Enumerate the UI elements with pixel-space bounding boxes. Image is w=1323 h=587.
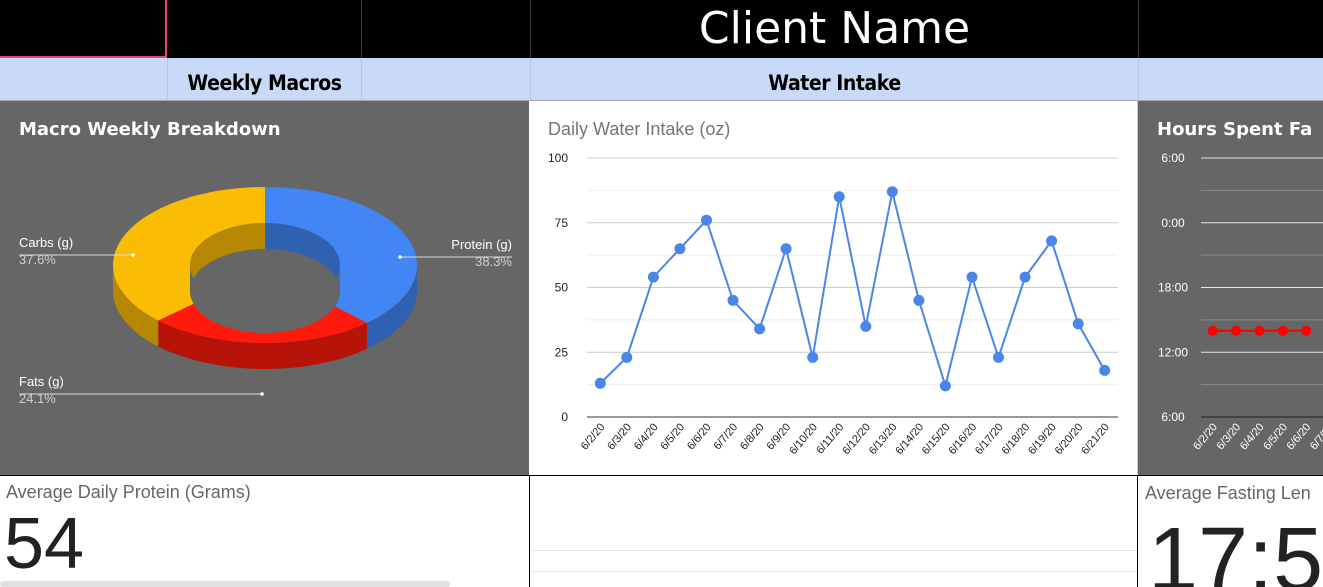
water-ytick: 50: [555, 281, 569, 295]
water-point: [754, 323, 766, 335]
donut-pct-carbs-g: 37.6%: [19, 252, 56, 267]
water-point: [833, 191, 845, 203]
water-point: [939, 380, 951, 392]
donut-slice-carbs-g: [113, 187, 265, 321]
donut-label-fats-g: Fats (g): [19, 374, 64, 389]
water-point: [1099, 364, 1111, 376]
avg-fasting-value: 17:5: [1148, 510, 1323, 587]
cell-divider: [167, 58, 168, 101]
fasting-point: [1207, 325, 1218, 336]
donut-leader-dot-fats-g: [260, 392, 264, 396]
weekly-macros-header: Weekly Macros: [187, 71, 342, 95]
water-point: [1019, 271, 1031, 283]
donut-pct-protein-g: 38.3%: [475, 254, 512, 269]
cell-divider: [1138, 58, 1139, 101]
fasting-chart-panel[interactable]: 6:00 12:00 18:00 0:00 6:00 6/2/20 6/3/20 6/4/20…: [1138, 101, 1323, 475]
cell-divider: [529, 476, 530, 587]
water-point: [913, 294, 925, 306]
grid-row-line: [531, 550, 1137, 551]
avg-fasting-label: Average Fasting Len: [1145, 483, 1311, 503]
cell-divider: [361, 0, 362, 58]
water-xtick: 6/5/20: [658, 421, 687, 452]
donut-slice-protein-g: [265, 187, 417, 323]
fasting-ytick: 6:00: [1161, 151, 1185, 165]
cell-divider: [361, 58, 362, 101]
water-point: [1072, 318, 1084, 330]
water-point: [701, 214, 712, 226]
water-chart-title: Daily Water Intake (oz): [548, 119, 731, 139]
fasting-xtick: 6/6/20: [1285, 421, 1314, 452]
water-xtick: 6/6/20: [685, 421, 714, 452]
fasting-xtick: 6/4/20: [1238, 421, 1267, 452]
water-xtick: 6/4/20: [632, 421, 661, 452]
water-intake-header: Water Intake: [768, 71, 901, 95]
water-ytick: 0: [561, 410, 568, 424]
macro-chart-title: Macro Weekly Breakdown: [19, 119, 281, 140]
water-point: [727, 294, 739, 306]
donut-label-protein-g: Protein (g): [451, 237, 512, 252]
row-border: [0, 475, 1323, 476]
fasting-point: [1301, 325, 1312, 336]
water-ytick: 25: [555, 345, 569, 359]
water-point: [807, 351, 819, 363]
water-point: [647, 271, 659, 283]
client-name-title: Client Name: [698, 3, 971, 54]
water-chart-panel[interactable]: 0 25 50 75 100 6/2/20 6/3/20 6/4/20 6/5/20 6/6/20…: [530, 101, 1138, 475]
cell-divider: [530, 58, 531, 101]
fasting-point: [1254, 325, 1265, 336]
grid-row-line: [531, 571, 1137, 572]
avg-protein-value: 54: [4, 504, 85, 584]
donut-pct-fats-g: 24.1%: [19, 391, 56, 406]
fasting-line-chart: 6:00 12:00 18:00 0:00 6:00 6/2/206/3/206/4/20…: [1158, 151, 1323, 452]
macro-chart-panel[interactable]: Protein (g) 38.3% Fats (g) 24.1% Carbs (g) 37…: [0, 101, 529, 475]
water-point: [674, 243, 686, 255]
water-point: [886, 186, 898, 198]
water-point: [966, 271, 978, 283]
donut-label-carbs-g: Carbs (g): [19, 235, 73, 250]
water-xtick: 6/7/20: [711, 421, 740, 452]
water-point: [860, 320, 872, 332]
fasting-ytick: 0:00: [1161, 216, 1185, 230]
fasting-ytick: 6:00: [1161, 410, 1185, 424]
water-point: [594, 377, 606, 389]
water-point: [1046, 235, 1058, 247]
fasting-ytick: 12:00: [1158, 345, 1188, 359]
water-xtick: 6/21/20: [1079, 421, 1112, 457]
water-xtick: 6/3/20: [605, 421, 634, 452]
donut-leader-dot-protein-g: [398, 255, 402, 259]
avg-protein-label: Average Daily Protein (Grams): [6, 482, 251, 502]
selected-cell[interactable]: [0, 0, 167, 58]
fasting-xtick: 6/2/20: [1191, 421, 1220, 452]
fasting-xtick: 6/5/20: [1261, 421, 1290, 452]
macro-donut-chart: Protein (g) 38.3% Fats (g) 24.1% Carbs (g) 37…: [19, 187, 512, 406]
donut-leader-dot-carbs-g: [131, 253, 135, 257]
fasting-chart-title: Hours Spent Fa: [1157, 119, 1313, 140]
water-line-chart: 0 25 50 75 100 6/2/206/3/206/4/206/5/206/6/20…: [548, 151, 1118, 457]
fasting-point: [1277, 325, 1288, 336]
fasting-xtick: 6/3/20: [1214, 421, 1243, 452]
water-point: [993, 351, 1004, 363]
fasting-point: [1231, 325, 1241, 336]
water-point: [621, 351, 633, 363]
water-ytick: 75: [555, 216, 569, 230]
fasting-ytick: 18:00: [1158, 281, 1188, 295]
cell-divider: [1138, 0, 1139, 58]
water-series-line: [599, 191, 1106, 390]
avg-fasting-value-clip: 17:5: [1138, 505, 1323, 587]
water-point: [780, 243, 792, 255]
water-xtick: 6/8/20: [738, 421, 767, 452]
water-ytick: 100: [548, 151, 568, 165]
water-xtick: 6/2/20: [579, 421, 608, 452]
water-xtick: 6/10/20: [787, 421, 820, 457]
fasting-xtick: 6/7/20: [1308, 421, 1323, 452]
horizontal-scrollbar[interactable]: [0, 581, 450, 587]
